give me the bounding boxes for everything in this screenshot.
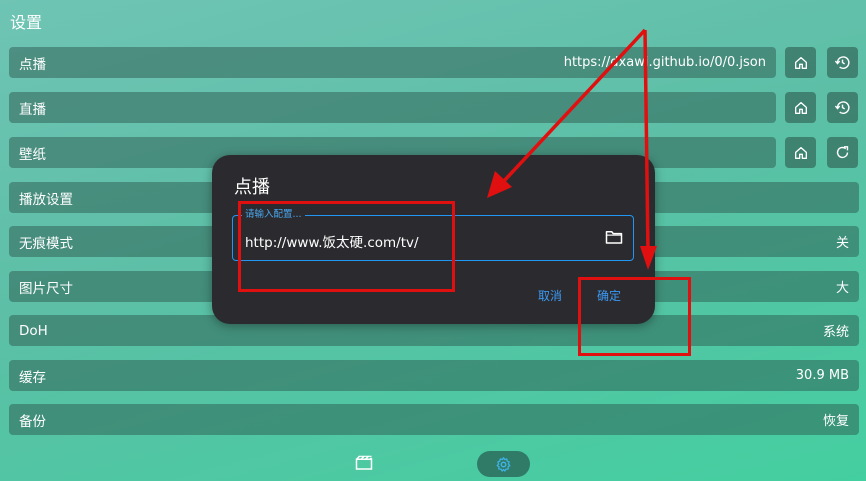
annotation-arrow-line-2 bbox=[643, 29, 650, 251]
annotation-arrows bbox=[487, 28, 657, 270]
annotation-arrow-line-1 bbox=[501, 28, 647, 184]
annotation-arrow-head-2 bbox=[640, 246, 657, 270]
